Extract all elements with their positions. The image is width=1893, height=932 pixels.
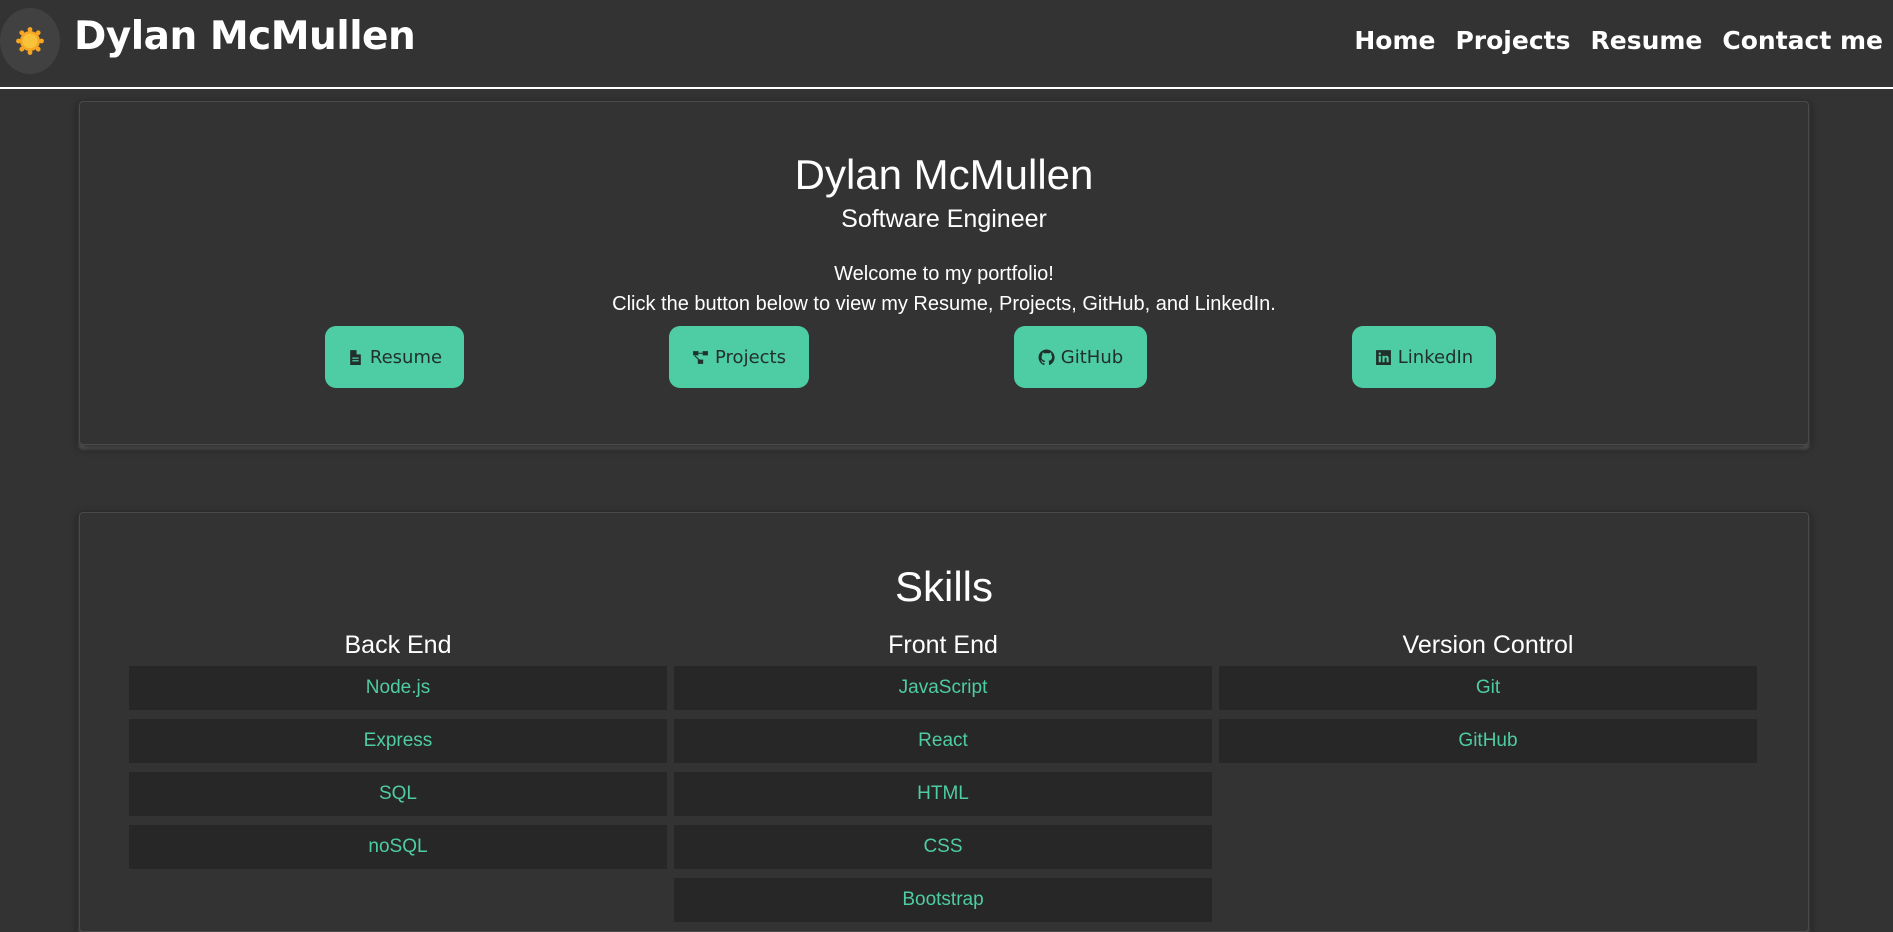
github-button[interactable]: GitHub bbox=[1014, 326, 1147, 388]
navbar: Dylan McMullen Home Projects Resume Cont… bbox=[0, 0, 1893, 89]
skills-card: Skills Back End Front End Version Contro… bbox=[79, 512, 1809, 932]
skill-item: CSS bbox=[674, 825, 1212, 869]
welcome-line-2: Click the button below to view my Resume… bbox=[612, 293, 1276, 315]
linkedin-button[interactable]: LinkedIn bbox=[1352, 326, 1496, 388]
skill-item: React bbox=[674, 719, 1212, 763]
linkedin-button-label: LinkedIn bbox=[1397, 346, 1474, 368]
brand-title[interactable]: Dylan McMullen bbox=[74, 14, 416, 59]
linkedin-icon bbox=[1375, 349, 1391, 365]
hero-name: Dylan McMullen bbox=[794, 151, 1094, 198]
github-button-label: GitHub bbox=[1060, 346, 1124, 368]
skill-item: GitHub bbox=[1219, 719, 1757, 763]
welcome-line-1: Welcome to my portfolio! bbox=[834, 263, 1054, 285]
sun-icon[interactable] bbox=[0, 8, 60, 74]
skill-item: Node.js bbox=[129, 666, 667, 710]
nav-resume[interactable]: Resume bbox=[1590, 26, 1702, 55]
skill-item: Bootstrap bbox=[674, 878, 1212, 922]
skill-item: HTML bbox=[674, 772, 1212, 816]
skill-item: noSQL bbox=[129, 825, 667, 869]
frontend-heading: Front End bbox=[888, 631, 998, 659]
skill-item: Git bbox=[1219, 666, 1757, 710]
version-control-heading: Version Control bbox=[1402, 631, 1574, 659]
hero-card: Dylan McMullen Software Engineer Welcome… bbox=[79, 101, 1809, 445]
skill-item: JavaScript bbox=[674, 666, 1212, 710]
nav-projects[interactable]: Projects bbox=[1455, 26, 1570, 55]
hero-welcome: Welcome to my portfolio! Click the butto… bbox=[80, 259, 1808, 319]
resume-button[interactable]: Resume bbox=[325, 326, 464, 388]
nav-home[interactable]: Home bbox=[1354, 26, 1435, 55]
nav-links: Home Projects Resume Contact me bbox=[1354, 26, 1883, 55]
nav-contact[interactable]: Contact me bbox=[1722, 26, 1883, 55]
github-icon bbox=[1038, 349, 1055, 365]
file-icon bbox=[350, 349, 361, 365]
projects-button[interactable]: Projects bbox=[669, 326, 809, 388]
project-diagram-icon bbox=[693, 350, 708, 364]
hero-role: Software Engineer bbox=[841, 205, 1047, 233]
backend-heading: Back End bbox=[344, 631, 452, 659]
skill-item: Express bbox=[129, 719, 667, 763]
resume-button-label: Resume bbox=[369, 346, 443, 368]
skills-title: Skills bbox=[894, 563, 993, 610]
skill-item: SQL bbox=[129, 772, 667, 816]
projects-button-label: Projects bbox=[715, 346, 786, 368]
